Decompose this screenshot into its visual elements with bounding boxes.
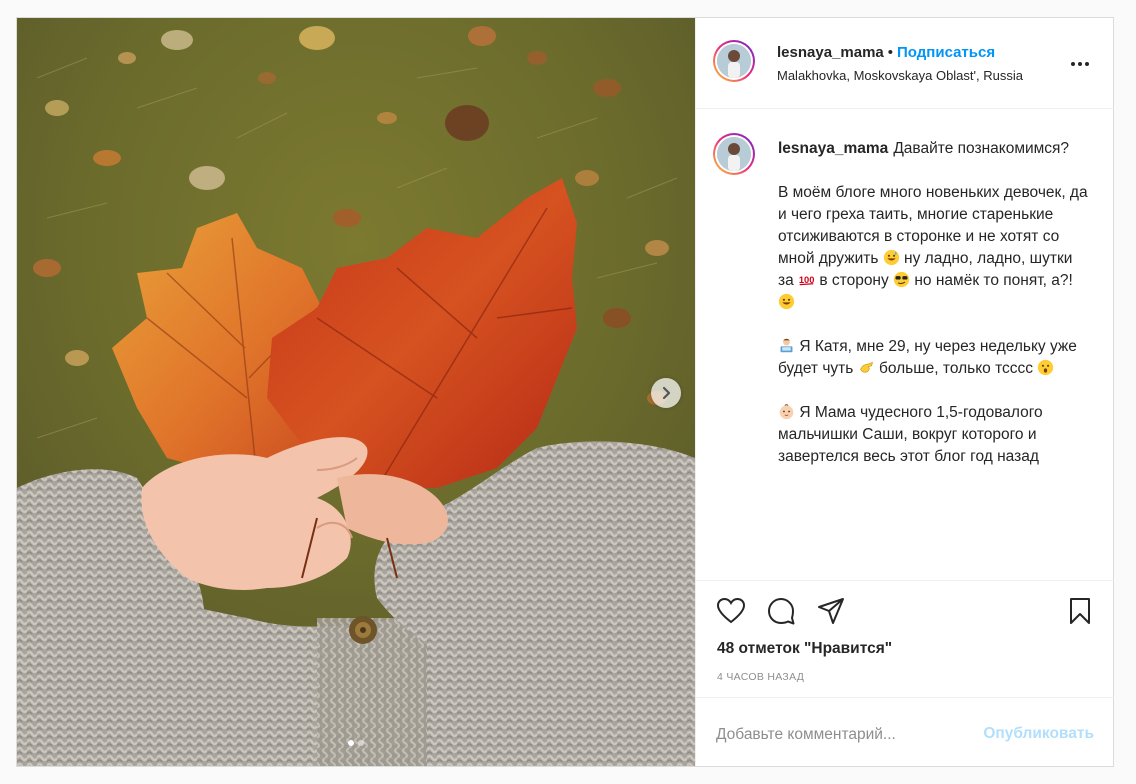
post-timestamp[interactable]: 4 ЧАСОВ НАЗАД: [717, 671, 804, 683]
avatar[interactable]: [713, 133, 755, 175]
caption-text: Давайте познакомимся?: [893, 140, 1070, 157]
instagram-post: lesnaya_mama • Подписаться Malakhovka, Mos…: [16, 17, 1114, 767]
comment-bar: Опубликовать: [696, 697, 1114, 766]
post-photo[interactable]: [17, 18, 695, 766]
carousel-next-button[interactable]: [651, 378, 681, 408]
carousel-indicator: [17, 740, 695, 748]
person-at-laptop-emoji-icon: [780, 338, 793, 353]
caption-text: но намёк то понят, а?!: [914, 272, 1073, 289]
header-title-line: lesnaya_mama • Подписаться: [777, 44, 995, 61]
caption-text: Я Мама чудесного 1,5-годовалого мальчишк…: [778, 404, 1043, 465]
post-header: lesnaya_mama • Подписаться Malakhovka, Mos…: [696, 18, 1114, 109]
publish-button[interactable]: Опубликовать: [983, 725, 1094, 743]
heart-icon[interactable]: [716, 596, 746, 626]
location-link[interactable]: Malakhovka, Moskovskaya Oblast', Russia: [777, 68, 1023, 83]
autumn-leaves-photo: [17, 18, 695, 766]
post-caption: lesnaya_mama Давайте познакомимся? В моём…: [778, 138, 1088, 490]
pinching-hand-emoji-icon: [859, 361, 873, 373]
share-icon[interactable]: [816, 596, 846, 626]
comment-input[interactable]: [716, 722, 966, 748]
hundred-points-emoji-icon: 100: [799, 275, 814, 286]
caption-area: lesnaya_mama Давайте познакомимся? В моём…: [696, 109, 1114, 581]
more-options-icon[interactable]: [1068, 54, 1092, 74]
likes-count[interactable]: 48 отметок "Нравится": [717, 640, 892, 658]
carousel-dot-active: [348, 740, 354, 746]
profile-photo-icon: [717, 137, 751, 171]
avatar[interactable]: [713, 40, 755, 82]
dot-separator: •: [887, 44, 894, 61]
carousel-dot: [358, 740, 364, 746]
grinning-sweat-emoji-icon: [883, 249, 899, 266]
baby-emoji-icon: [779, 404, 794, 420]
comment-icon[interactable]: [766, 596, 796, 626]
grinning-emoji-icon: [778, 293, 795, 310]
hushed-emoji-icon: [1038, 359, 1054, 376]
sunglasses-emoji-icon: [893, 271, 910, 288]
profile-photo-icon: [717, 44, 751, 78]
caption-text: больше, только тсссс: [878, 360, 1034, 377]
post-side-panel: lesnaya_mama • Подписаться Malakhovka, Mos…: [695, 18, 1114, 766]
follow-button[interactable]: Подписаться: [897, 44, 995, 61]
chevron-right-icon: [662, 386, 671, 400]
bookmark-icon[interactable]: [1065, 596, 1095, 626]
username-link[interactable]: lesnaya_mama: [777, 44, 884, 61]
post-actions: [696, 581, 1114, 635]
caption-username-link[interactable]: lesnaya_mama: [778, 140, 888, 157]
caption-text: в сторону: [819, 272, 889, 289]
